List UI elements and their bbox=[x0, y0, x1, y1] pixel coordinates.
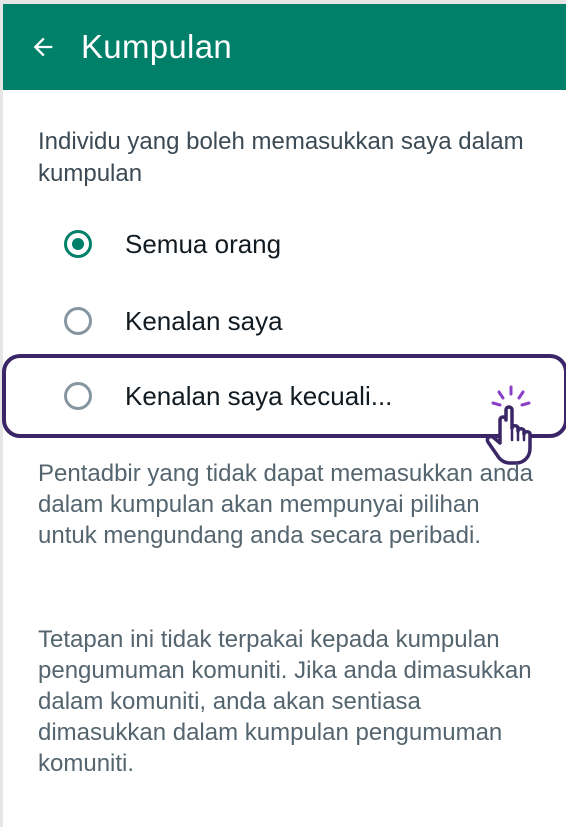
arrow-left-icon bbox=[33, 37, 53, 57]
page-title: Kumpulan bbox=[81, 28, 232, 65]
back-button[interactable] bbox=[29, 33, 57, 61]
section-heading: Individu yang boleh memasukkan saya dala… bbox=[38, 128, 524, 187]
radio-button[interactable] bbox=[64, 307, 92, 335]
option-everyone[interactable]: Semua orang bbox=[3, 206, 566, 282]
tap-hand-icon bbox=[485, 385, 532, 465]
community-note: Tetapan ini tidak terpakai kepada kumpul… bbox=[38, 626, 532, 777]
app-bar: Kumpulan bbox=[3, 4, 566, 90]
option-my-contacts[interactable]: Kenalan saya bbox=[3, 283, 566, 359]
option-label: Kenalan saya bbox=[125, 305, 283, 336]
radio-button-selected[interactable] bbox=[64, 230, 92, 258]
option-label: Semua orang bbox=[125, 228, 282, 259]
option-label: Kenalan saya kecuali... bbox=[125, 380, 393, 411]
admin-note: Pentadbir yang tidak dapat memasukkan an… bbox=[38, 460, 533, 549]
radio-button[interactable] bbox=[64, 382, 92, 410]
